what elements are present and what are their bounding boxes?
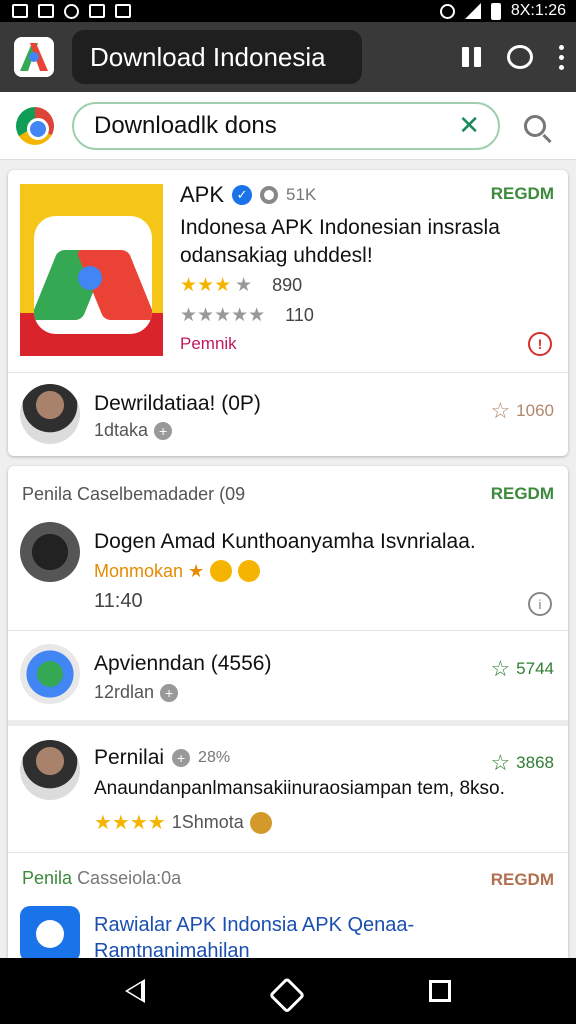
divider [8,852,568,853]
list-item-description: Anaundanpanlmansakiinuraosiampan tem, 8k… [94,778,505,799]
app-notification-icon [89,4,105,18]
list-item-sub-text: 12rdlan [94,682,155,702]
plus-icon[interactable]: + [172,749,191,767]
list-item-sub: ★★★★ 1Shmota [94,810,272,835]
avatar[interactable] [20,644,80,704]
row-sub: 1dtaka + [94,420,173,441]
list-item-title-row: Pernilai + 28% [94,746,230,770]
search-icon[interactable] [524,114,546,137]
star-icon: ★★★ [180,275,232,296]
verified-icon: ✓ [232,185,253,205]
list-item-sub-text: Monmokan ★ [94,560,205,581]
star-icon: ☆ [490,656,511,681]
list-item-time: 11:40 [94,590,143,612]
battery-icon [490,2,501,20]
search-field[interactable]: ✕ [72,101,500,150]
browser-logo-icon [16,106,54,145]
signal-icon [464,3,481,19]
divider [8,720,568,726]
avatar[interactable] [20,740,80,800]
plus-icon[interactable]: + [160,683,179,702]
section-tag: REGDM [490,870,554,889]
clear-icon[interactable]: ✕ [458,110,480,141]
row-rating: ☆ 1060 [490,398,554,424]
list-card: Penila Caselbemadader (09 REGDM Dogen Am… [8,466,568,962]
app-toolbar: Download Indonesia [0,22,576,92]
badge-icon [249,811,272,834]
section-label-green: Penila [22,868,73,888]
app-thumbnail[interactable] [20,906,80,962]
star-icon: ★★★★★ [180,305,266,326]
divider [8,372,568,373]
avatar[interactable] [20,384,80,444]
list-header: Penila Caselbemadader (09 [22,484,246,504]
alarm-icon [439,3,455,19]
list-item-rating: ☆ 5744 [490,656,554,682]
search-input[interactable] [94,111,454,140]
chat-notification-icon [115,4,131,18]
plus-icon[interactable]: + [154,421,173,440]
list-item-rating-value: 5744 [516,659,554,678]
image-notification-icon [12,4,28,18]
rating-count-2: 110 [285,305,314,325]
section-label: Penila Casseiola:0a [22,868,181,889]
toolbar-title[interactable]: Download Indonesia [72,30,362,84]
navigation-bar [0,958,576,1024]
featured-tag: REGDM [490,184,554,203]
home-icon[interactable] [269,977,306,1014]
info-icon[interactable]: i [528,592,552,616]
featured-app-name[interactable]: APK [180,182,224,208]
row-sub-text: 1dtaka [94,420,149,440]
star-icon: ★★★★ [94,812,166,834]
mail-notification-icon [38,4,54,18]
smile-emoji-icon [238,560,261,582]
star-icon: ☆ [490,750,511,775]
search-bar: ✕ [0,92,576,160]
app-link-title[interactable]: Rawialar APK Indonsia APK Qenaa-Ramtnani… [94,912,554,964]
rating-row-2: ★★★★★ 110 [180,304,314,327]
status-bar: 8X:1:26 [0,0,576,22]
clock: 8X:1:26 [510,2,566,19]
list-item-sub-text: 1Shmota [171,812,244,832]
star-icon: ★ [235,275,253,296]
list-item-title[interactable]: Dogen Amad Kunthoanyamha Isvnrialaa. [94,530,476,554]
rating-count-1: 890 [272,275,303,295]
featured-card: APK ✓ 51K REGDM Indonesa APK Indonesian … [8,170,568,456]
list-item-count: 28% [198,749,231,766]
list-item-title[interactable]: Pernilai [94,746,164,770]
divider [8,630,568,631]
back-icon[interactable] [124,979,145,1003]
featured-description: Indonesa APK Indonesian insrasla odansak… [180,216,500,267]
share-icon[interactable] [507,45,533,69]
featured-app-image[interactable] [20,184,163,356]
warning-emoji-icon [210,560,233,582]
list-item-rating: ☆ 3868 [490,750,554,776]
featured-note[interactable]: Pemnik [180,334,237,354]
row-rating-value: 1060 [516,401,554,420]
sync-notification-icon [64,3,79,19]
row-title[interactable]: Dewrildatiaa! (0P) [94,392,261,416]
rating-row-1: ★★★ ★ 890 [180,274,302,297]
badge-count: 51K [286,185,317,204]
section-label-grey: Casseiola:0a [77,868,182,888]
list-header-tag: REGDM [490,484,554,503]
avatar[interactable] [20,522,80,582]
list-item-title[interactable]: Apvienndan (4556) [94,652,271,676]
app-logo-icon[interactable] [14,37,54,77]
alert-icon[interactable]: ! [528,332,552,356]
list-item-rating-value: 3868 [516,753,554,772]
more-options-icon[interactable] [559,44,564,70]
star-icon: ☆ [490,398,511,423]
gear-icon [260,186,279,204]
recent-apps-icon[interactable] [429,980,452,1002]
pause-icon[interactable] [462,47,481,67]
list-item-sub: Monmokan ★ [94,560,261,582]
list-item-sub: 12rdlan + [94,682,179,703]
